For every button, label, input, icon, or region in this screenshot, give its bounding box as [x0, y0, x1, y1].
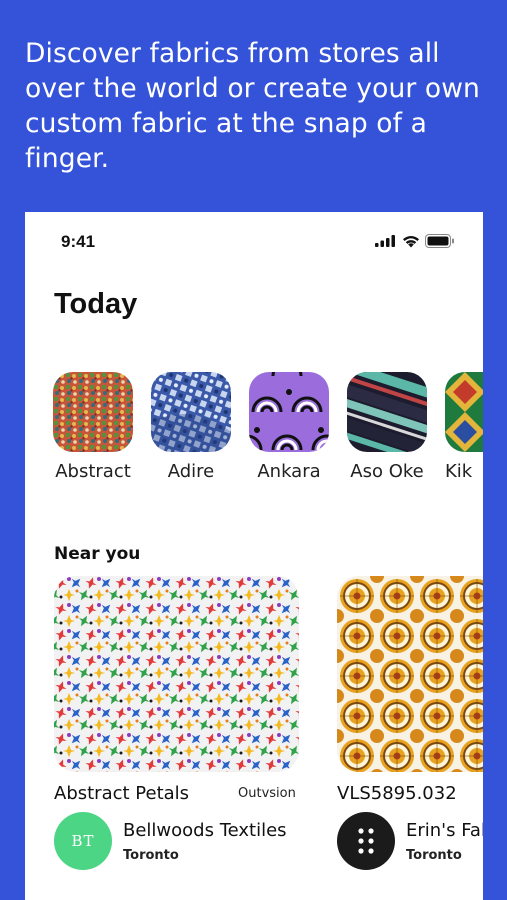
fabric-card-abstract-petals[interactable]: Abstract Petals Outvsion [54, 576, 299, 804]
store-city: Toronto [406, 847, 462, 863]
phone-screen: 9:41 Today Abstract Adire Ankara Aso Oke… [25, 212, 483, 900]
promo-headline: Discover fabrics from stores all over th… [25, 38, 480, 174]
adire-fabric-thumbnail [151, 372, 231, 452]
fabric-name: VLS5895.032 [337, 783, 457, 804]
fabric-card-vls5895[interactable]: VLS5895.032 [337, 576, 483, 804]
status-time: 9:41 [61, 232, 96, 251]
store-avatar [337, 812, 395, 870]
category-label: Ankara [257, 461, 321, 482]
category-label: Abstract [55, 461, 131, 482]
store-avatar: BT [54, 812, 112, 870]
store-name: Erin's Fab [406, 819, 483, 841]
category-aso-oke[interactable]: Aso Oke [347, 372, 427, 482]
near-you-heading: Near you [54, 544, 141, 564]
signal-icon [375, 235, 395, 247]
battery-icon [425, 234, 454, 248]
abstract-petals-image [54, 576, 299, 772]
kik-fabric-thumbnail [445, 372, 483, 452]
status-icons [375, 234, 455, 248]
category-label: Aso Oke [350, 461, 424, 482]
store-logo-icon [358, 828, 374, 854]
abstract-fabric-thumbnail [53, 372, 133, 452]
category-ankara[interactable]: Ankara [249, 372, 329, 482]
category-label: Adire [167, 461, 215, 482]
store-bellwoods-textiles[interactable]: BT Bellwoods Textiles Toronto [54, 812, 287, 870]
wifi-icon [403, 235, 419, 247]
fabric-vendor: Outvsion [238, 786, 296, 801]
store-name: Bellwoods Textiles [123, 819, 287, 841]
category-adire[interactable]: Adire [151, 372, 231, 482]
category-abstract[interactable]: Abstract [53, 372, 133, 482]
category-kik[interactable]: Kik [445, 372, 483, 482]
page-title: Today [54, 288, 138, 320]
store-erins-fabrics[interactable]: Erin's Fab Toronto [337, 812, 483, 870]
category-label: Kik [445, 461, 473, 482]
aso-oke-fabric-thumbnail [347, 372, 427, 452]
store-city: Toronto [123, 847, 179, 863]
store-initials: BT [71, 832, 95, 850]
fabric-name: Abstract Petals [54, 783, 190, 804]
vls5895-image [337, 576, 483, 772]
ankara-fabric-thumbnail [249, 372, 329, 452]
